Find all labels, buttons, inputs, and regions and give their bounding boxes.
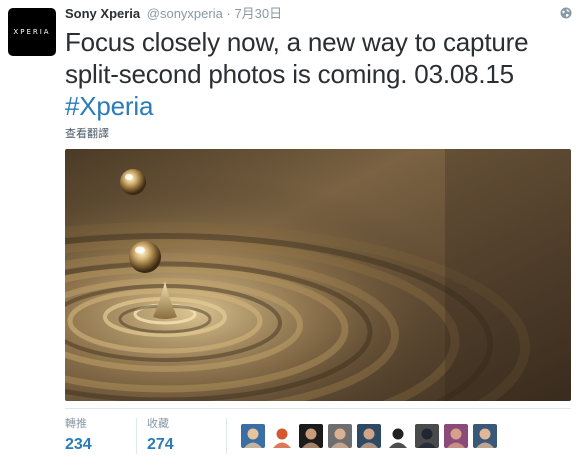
display-name[interactable]: Sony Xperia	[65, 6, 140, 21]
likes-label: 收藏	[147, 418, 169, 430]
timestamp[interactable]: 7月30日	[234, 6, 282, 21]
avatar-logo-text: XPERIA	[13, 28, 51, 36]
stat-separator	[226, 418, 227, 454]
handle[interactable]: @sonyxperia	[147, 6, 223, 21]
liker-avatar[interactable]	[299, 424, 323, 448]
globe-icon[interactable]	[560, 6, 572, 19]
stats-divider	[65, 408, 571, 409]
stat-separator	[136, 418, 137, 454]
liker-avatars	[241, 424, 497, 448]
likes-count: 274	[147, 436, 174, 453]
tweet-text-line-1: Focus closely now, a new way to capture	[65, 27, 529, 57]
liker-avatar[interactable]	[270, 424, 294, 448]
retweets-label: 轉推	[65, 418, 87, 430]
liker-avatar[interactable]	[386, 424, 410, 448]
liker-avatar[interactable]	[444, 424, 468, 448]
likes-stat[interactable]: 收藏 274	[147, 418, 174, 455]
tweet-text-line-2: split-second photos is coming. 03.08.15	[65, 59, 514, 89]
liker-avatar[interactable]	[328, 424, 352, 448]
separator-dot: ·	[226, 6, 231, 21]
hashtag-link[interactable]: #Xperia	[65, 91, 153, 121]
view-translation-link[interactable]: 查看翻譯	[65, 127, 109, 141]
liker-avatar[interactable]	[473, 424, 497, 448]
tweet-text: Focus closely now, a new way to capture …	[65, 26, 570, 122]
avatar[interactable]: XPERIA	[8, 8, 56, 56]
tweet-photo[interactable]	[65, 149, 571, 401]
tweet-header: Sony Xperia @sonyxperia · 7月30日	[65, 6, 282, 22]
liker-avatar[interactable]	[357, 424, 381, 448]
retweets-count: 234	[65, 436, 92, 453]
retweets-stat[interactable]: 轉推 234	[65, 418, 92, 455]
liker-avatar[interactable]	[241, 424, 265, 448]
liker-avatar[interactable]	[415, 424, 439, 448]
